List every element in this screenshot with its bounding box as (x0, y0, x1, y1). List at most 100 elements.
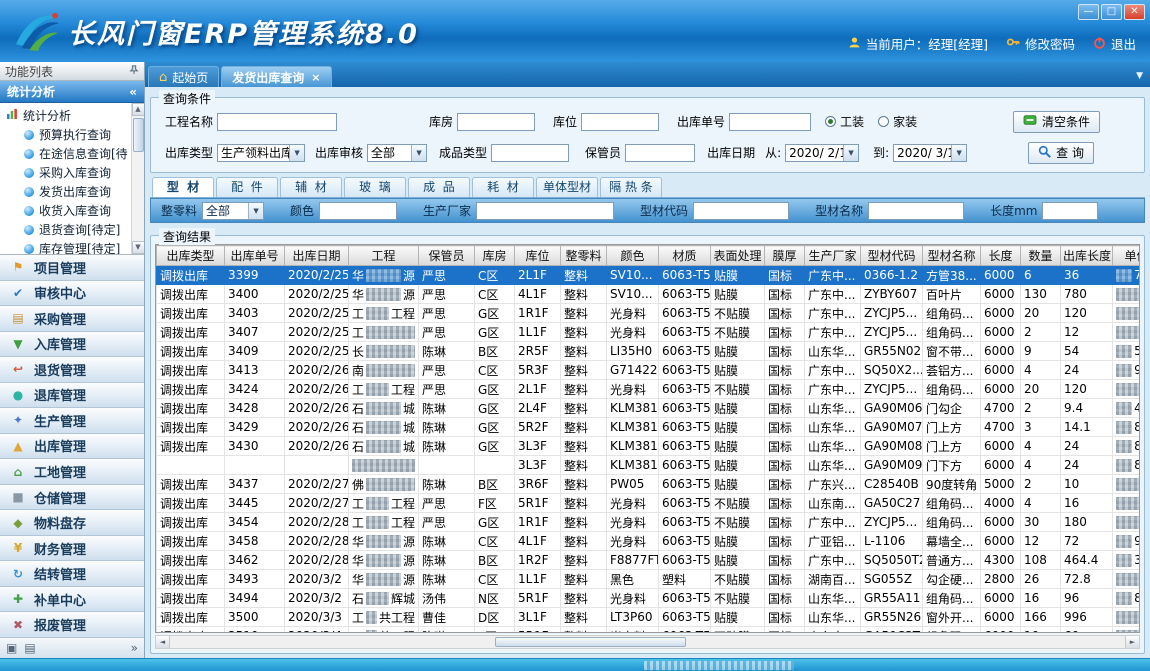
tree-item[interactable]: 在途信息查询[待 (0, 144, 144, 163)
table-row[interactable]: 调拨出库34582020/2/28华源陈琳C区4L1F整料光身料6063-T5贴… (157, 532, 1141, 551)
table-row[interactable]: 调拨出库34942020/3/2石辉城汤伟N区5R1F整料光身料6063-T5不… (157, 589, 1141, 608)
sidebar-menu-item[interactable]: ▤采购管理 (0, 306, 144, 332)
table-row[interactable]: 调拨出库34072020/2/25工严思G区1L1F整料光身料6063-T5不贴… (157, 323, 1141, 342)
column-header[interactable]: 数量 (1021, 246, 1061, 266)
material-tab[interactable]: 成 品 (408, 177, 470, 197)
table-row[interactable]: 调拨出库34002020/2/25华源严思C区4L1F整料SV10...6063… (157, 285, 1141, 304)
tree-scrollbar[interactable]: ▲ ▼ (131, 103, 144, 254)
audit-select[interactable]: 全部 ▼ (367, 144, 427, 162)
tree-item[interactable]: 采购入库查询 (0, 163, 144, 182)
material-tab[interactable]: 隔 热 条 (600, 177, 662, 197)
table-row[interactable]: 调拨出库34092020/2/25长陈琳B区2R5F整料LI35H06063-T… (157, 342, 1141, 361)
table-row[interactable]: 调拨出库34622020/2/28华源陈琳B区1R2F整料F8877FT6063… (157, 551, 1141, 570)
column-header[interactable]: 膜厚 (765, 246, 805, 266)
length-input[interactable] (1042, 202, 1098, 220)
scrollbar-thumb[interactable] (133, 118, 144, 152)
column-header[interactable]: 整零料 (561, 246, 607, 266)
sidebar-menu-item[interactable]: ▲出库管理 (0, 434, 144, 460)
order-no-input[interactable] (729, 113, 811, 131)
sidebar-menu-item[interactable]: ●退库管理 (0, 383, 144, 409)
table-row[interactable]: 调拨出库34302020/2/26石城陈琳G区3L3F整料KLM38176063… (157, 437, 1141, 456)
date-to-picker[interactable]: 2020/ 3/16 ▼ (893, 144, 967, 162)
date-from-picker[interactable]: 2020/ 2/16 ▼ (785, 144, 859, 162)
hscroll-thumb[interactable] (495, 637, 686, 647)
product-type-input[interactable] (491, 144, 569, 162)
view-list-icon[interactable]: ▤ (24, 641, 35, 655)
scroll-up-icon[interactable]: ▲ (132, 103, 145, 116)
table-row[interactable]: 调拨出库34292020/2/26石城陈琳G区5R2F整料KLM38176063… (157, 418, 1141, 437)
profile-code-input[interactable] (693, 202, 789, 220)
view-buttons-icon[interactable]: ▣ (6, 641, 17, 655)
tree-item[interactable]: 收货入库查询 (0, 201, 144, 220)
sidebar-menu-item[interactable]: ⚑项目管理 (0, 255, 144, 281)
table-row[interactable]: 调拨出库34542020/2/28工工程严思G区1R1F整料光身料6063-T5… (157, 513, 1141, 532)
table-row[interactable]: 调拨出库34932020/3/2华源陈琳C区1L1F整料黑色塑料不贴膜国标湖南百… (157, 570, 1141, 589)
tree-item[interactable]: 发货出库查询 (0, 182, 144, 201)
table-row[interactable]: 调拨出库35002020/3/3工共工程曹佳D区3L1F整料LT3P606063… (157, 608, 1141, 627)
column-header[interactable]: 保管员 (419, 246, 475, 266)
color-input[interactable] (319, 202, 397, 220)
sidebar-menu-item[interactable]: ✚补单中心 (0, 587, 144, 613)
tree-item[interactable]: 库存管理[待定] (0, 239, 144, 255)
location-input[interactable] (581, 113, 659, 131)
table-row[interactable]: 调拨出库34242020/2/26工工程严思G区2L1F整料光身料6063-T5… (157, 380, 1141, 399)
table-row[interactable]: 调拨出库33992020/2/25华源严思C区2L1F整料SV10...6063… (157, 266, 1141, 285)
column-header[interactable]: 型材代码 (861, 246, 923, 266)
material-tab[interactable]: 耗 材 (472, 177, 534, 197)
maximize-button[interactable]: □ (1101, 4, 1122, 20)
column-header[interactable]: 库房 (475, 246, 515, 266)
sidebar-menu-item[interactable]: ¥财务管理 (0, 536, 144, 562)
sidebar-menu-item[interactable]: ✔审核中心 (0, 281, 144, 307)
search-button[interactable]: 查 询 (1028, 142, 1094, 164)
zhengling-select[interactable]: 全部 ▼ (202, 202, 264, 220)
column-header[interactable]: 库位 (515, 246, 561, 266)
sidebar-menu-item[interactable]: ↻结转管理 (0, 561, 144, 587)
table-row[interactable]: 调拨出库35102020/3/4工共工程陈琳F区5R1F整料光身料6063-T5… (157, 627, 1141, 634)
collapse-icon[interactable]: « (129, 85, 137, 99)
table-row[interactable]: 调拨出库34452020/2/27工工程严思F区5R1F整料光身料6063-T5… (157, 494, 1141, 513)
clear-conditions-button[interactable]: 清空条件 (1013, 111, 1100, 133)
material-tab[interactable]: 单体型材 (536, 177, 598, 197)
outbound-type-select[interactable]: 生产领料出库 ▼ (217, 144, 305, 162)
scroll-down-icon[interactable]: ▼ (132, 241, 145, 254)
sidebar-menu-item[interactable]: ✦生产管理 (0, 408, 144, 434)
table-row[interactable]: 调拨出库34282020/2/26石城陈琳G区2L4F整料KLM38176063… (157, 399, 1141, 418)
profile-name-input[interactable] (868, 202, 964, 220)
tree-item[interactable]: 预算执行查询 (0, 125, 144, 144)
column-header[interactable]: 出库类型 (157, 246, 225, 266)
column-header[interactable]: 长度 (981, 246, 1021, 266)
column-header[interactable]: 出库单号 (225, 246, 285, 266)
material-tab[interactable]: 型 材 (152, 177, 214, 197)
column-header[interactable]: 材质 (659, 246, 711, 266)
sidebar-menu-item[interactable]: ↩退货管理 (0, 357, 144, 383)
column-header[interactable]: 出库长度 (1061, 246, 1113, 266)
tab-list-dropdown-icon[interactable]: ▼ (1136, 71, 1143, 81)
sidebar-menu-item[interactable]: ⌂工地管理 (0, 459, 144, 485)
sidebar-menu-item[interactable]: ■仓储管理 (0, 485, 144, 511)
keeper-input[interactable] (625, 144, 695, 162)
table-row[interactable]: 调拨出库34372020/2/27佛陈琳B区3R6F整料PW056063-T5贴… (157, 475, 1141, 494)
hscroll-track[interactable] (170, 636, 1125, 648)
pin-icon[interactable] (129, 64, 139, 78)
sidebar-menu-item[interactable]: ◆物料盘存 (0, 510, 144, 536)
logout-button[interactable]: 退出 (1093, 34, 1136, 53)
more-options-icon[interactable]: » (131, 641, 138, 655)
column-header[interactable]: 颜色 (607, 246, 659, 266)
column-header[interactable]: 单价 (1113, 246, 1141, 266)
radio-jiazhuang[interactable]: 家装 (878, 113, 917, 130)
material-tab[interactable]: 辅 材 (280, 177, 342, 197)
tab-shipping-outbound-query[interactable]: 发货出库查询 × (221, 66, 331, 87)
tree-root[interactable]: 统计分析 (0, 106, 144, 125)
radio-gongzhuang[interactable]: 工装 (825, 113, 864, 130)
project-name-input[interactable] (217, 113, 337, 131)
column-header[interactable]: 生产厂家 (805, 246, 861, 266)
manufacturer-input[interactable] (476, 202, 614, 220)
column-header[interactable]: 工程 (349, 246, 419, 266)
scroll-left-icon[interactable]: ◄ (156, 636, 170, 648)
material-tab[interactable]: 配 件 (216, 177, 278, 197)
scroll-right-icon[interactable]: ► (1125, 636, 1139, 648)
close-window-button[interactable]: ✕ (1124, 4, 1145, 20)
sidebar-menu-item[interactable]: ✖报废管理 (0, 612, 144, 638)
warehouse-input[interactable] (457, 113, 535, 131)
sidebar-menu-item[interactable]: ▼入库管理 (0, 332, 144, 358)
